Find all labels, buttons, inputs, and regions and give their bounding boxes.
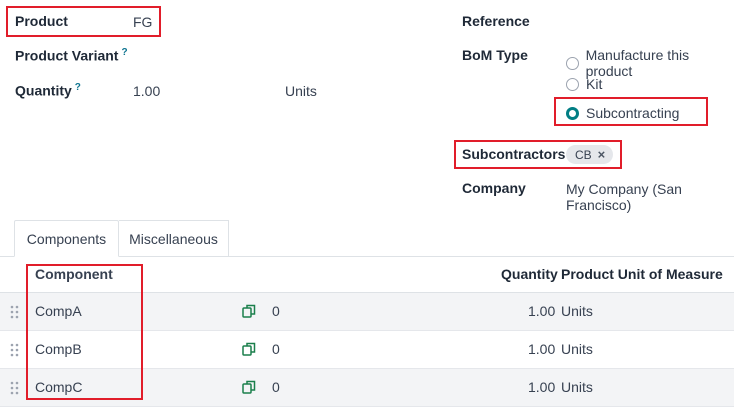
radio-icon[interactable]	[566, 56, 579, 70]
close-icon[interactable]: ×	[598, 147, 606, 162]
availability-cell: 0	[272, 379, 280, 395]
duplicate-icon[interactable]	[242, 304, 256, 318]
company-field[interactable]: My Company (San Francisco)	[566, 181, 734, 213]
product-variant-label-text: Product Variant	[15, 47, 119, 64]
column-header-uom[interactable]: Product Unit of Measure	[561, 257, 723, 292]
uom-cell[interactable]: Units	[561, 369, 593, 406]
column-header-component[interactable]: Component	[35, 257, 113, 292]
quantity-label-text: Quantity	[15, 82, 72, 99]
subcontractors-label: Subcontractors	[462, 146, 566, 162]
help-icon[interactable]: ?	[75, 82, 81, 93]
radio-checked-icon[interactable]	[566, 106, 579, 120]
drag-handle-icon[interactable]	[10, 381, 20, 395]
table-row[interactable]: CompB 0 1.00 Units	[0, 331, 734, 369]
quantity-cell[interactable]: 1.00	[528, 369, 555, 406]
radio-icon[interactable]	[566, 77, 579, 91]
reference-label: Reference	[462, 13, 530, 29]
table-row[interactable]: CompC 0 1.00 Units	[0, 369, 734, 407]
notebook-tabs: Components Miscellaneous	[0, 220, 734, 257]
uom-cell[interactable]: Units	[561, 293, 593, 330]
quantity-uom[interactable]: Units	[285, 83, 317, 99]
bom-type-option-label: Kit	[586, 76, 603, 92]
bom-type-option-label: Manufacture this product	[585, 47, 690, 79]
product-variant-label: Product Variant?	[15, 47, 128, 64]
duplicate-icon[interactable]	[242, 342, 256, 356]
component-cell[interactable]: CompC	[35, 369, 82, 406]
product-label: Product	[15, 13, 68, 29]
component-cell[interactable]: CompA	[35, 293, 82, 330]
company-label: Company	[462, 180, 526, 196]
quantity-cell[interactable]: 1.00	[528, 293, 555, 330]
quantity-cell[interactable]: 1.00	[528, 331, 555, 368]
bom-type-option-manufacture[interactable]: Manufacture this product	[566, 47, 734, 79]
subcontractor-tag[interactable]: CB ×	[566, 145, 614, 164]
bom-type-label: BoM Type	[462, 47, 528, 63]
availability-cell: 0	[272, 341, 280, 357]
availability-cell: 0	[272, 303, 280, 319]
column-header-quantity[interactable]: Quantity	[501, 257, 558, 292]
tab-miscellaneous[interactable]: Miscellaneous	[119, 220, 229, 256]
quantity-label: Quantity?	[15, 82, 81, 99]
bom-type-option-subcontracting[interactable]: Subcontracting	[566, 105, 679, 121]
bom-type-option-kit[interactable]: Kit	[566, 76, 602, 92]
drag-handle-icon[interactable]	[10, 305, 20, 319]
help-icon[interactable]: ?	[121, 47, 127, 58]
tab-components[interactable]: Components	[14, 220, 119, 257]
table-row[interactable]: CompA 0 1.00 Units	[0, 293, 734, 331]
product-field[interactable]: FG	[133, 14, 152, 30]
duplicate-icon[interactable]	[242, 380, 256, 394]
uom-cell[interactable]: Units	[561, 331, 593, 368]
drag-handle-icon[interactable]	[10, 343, 20, 357]
component-cell[interactable]: CompB	[35, 331, 82, 368]
quantity-input[interactable]: 1.00	[133, 83, 160, 99]
bom-type-option-label: Subcontracting	[586, 105, 680, 121]
table-header: Component Quantity Product Unit of Measu…	[0, 257, 734, 293]
subcontractor-tag-label: CB	[575, 147, 592, 162]
